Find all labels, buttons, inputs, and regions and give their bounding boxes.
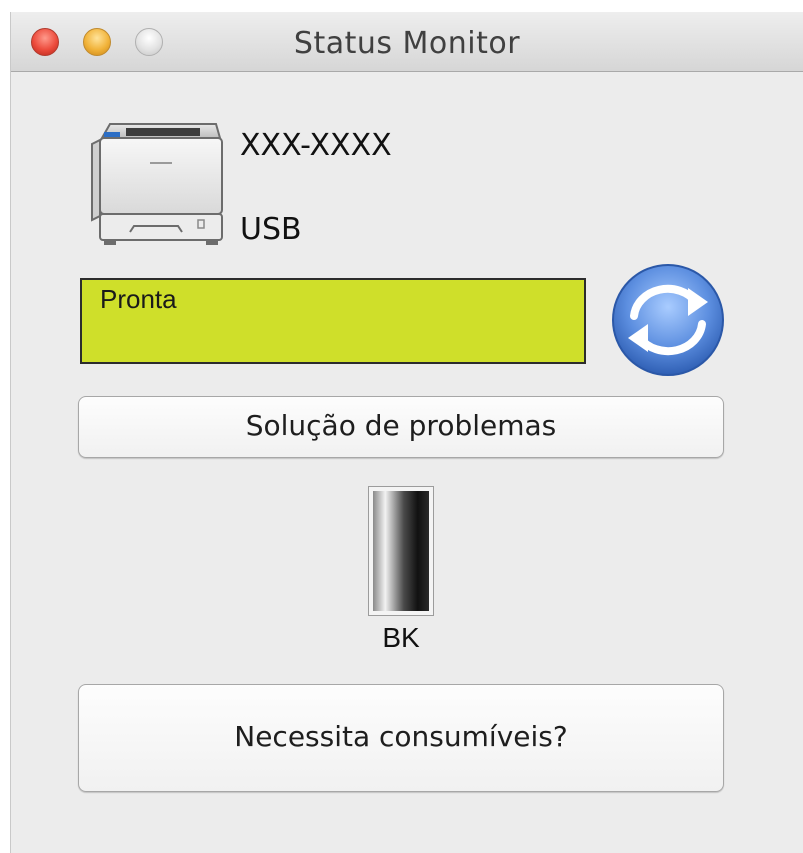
printer-model-name: XXX-XXXX bbox=[240, 128, 392, 163]
refresh-icon bbox=[612, 264, 724, 376]
toner-level-bar bbox=[373, 491, 429, 611]
title-bar[interactable]: Status Monitor bbox=[11, 12, 803, 72]
connection-type: USB bbox=[240, 212, 302, 247]
status-text: Pronta bbox=[100, 284, 177, 314]
toner-label: BK bbox=[382, 622, 420, 653]
window-title: Status Monitor bbox=[293, 26, 521, 61]
order-supplies-button[interactable]: Necessita consumíveis? bbox=[78, 684, 724, 792]
troubleshooting-button[interactable]: Solução de problemas bbox=[78, 396, 724, 458]
status-display: Pronta bbox=[80, 278, 586, 364]
toner-level-indicator bbox=[368, 486, 434, 616]
printer-icon bbox=[88, 120, 224, 250]
refresh-button[interactable] bbox=[610, 262, 726, 378]
